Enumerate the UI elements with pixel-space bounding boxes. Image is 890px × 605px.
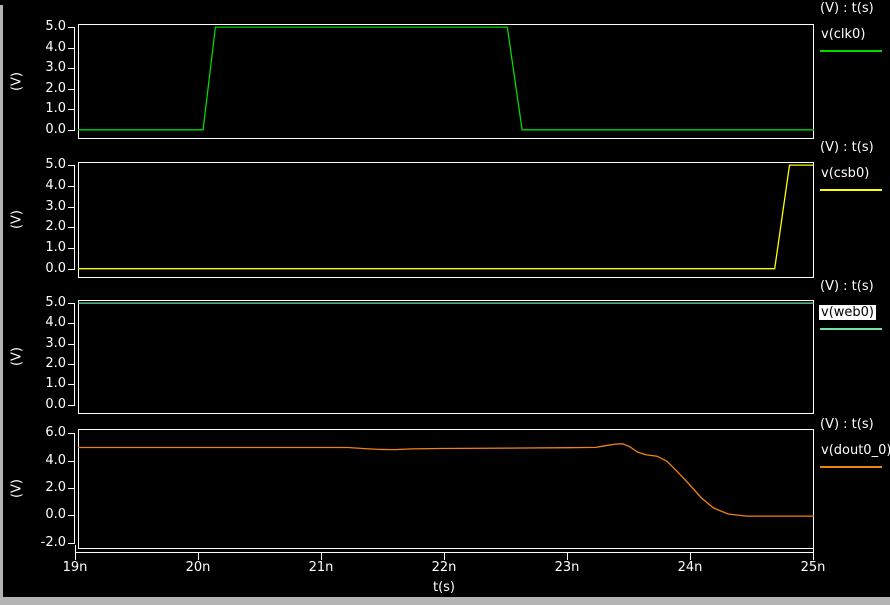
y-tick-label: 1.0	[26, 241, 66, 255]
trace-v-clk0	[78, 24, 814, 139]
trace-v-dout0-0	[78, 429, 814, 549]
y-tick-label: 2.0	[26, 82, 66, 96]
y-tick-label: 4.0	[26, 179, 66, 193]
legend-axes-label: (V) : t(s)	[820, 1, 874, 16]
legend-color-swatch	[820, 328, 882, 330]
y-tick-label: 1.0	[26, 377, 66, 391]
y-axis-label: (V)	[10, 342, 25, 372]
x-tick-label: 21n	[299, 560, 343, 575]
y-tick-mark	[68, 405, 75, 406]
y-axis-label: (V)	[10, 205, 25, 235]
trace-v-csb0	[78, 162, 814, 278]
x-tick-mark	[321, 552, 322, 560]
y-tick-label: -2.0	[26, 536, 66, 550]
y-tick-label: 3.0	[26, 337, 66, 351]
x-tick-label: 25n	[791, 560, 835, 575]
y-axis-line	[74, 303, 75, 405]
y-tick-label: 5.0	[26, 296, 66, 310]
y-tick-label: 4.0	[26, 41, 66, 55]
window-edge-left	[0, 5, 3, 598]
y-tick-label: 0.0	[26, 398, 66, 412]
legend-axes-label: (V) : t(s)	[820, 417, 874, 432]
y-tick-label: 5.0	[26, 158, 66, 172]
y-axis-line	[74, 165, 75, 269]
legend-color-swatch	[820, 50, 882, 52]
x-tick-mark	[813, 545, 814, 560]
y-tick-label: 4.0	[26, 316, 66, 330]
legend-signal-name-v-web0[interactable]: v(web0)	[819, 305, 876, 320]
y-tick-label: 2.0	[26, 357, 66, 371]
x-tick-label: 20n	[176, 560, 220, 575]
window-edge-bottom	[0, 597, 890, 605]
x-tick-mark	[690, 552, 691, 560]
legend-axes-label: (V) : t(s)	[820, 140, 874, 155]
y-tick-label: 4.0	[26, 454, 66, 468]
y-tick-label: 1.0	[26, 102, 66, 116]
y-axis-label: (V)	[10, 474, 25, 504]
y-axis-line	[74, 433, 75, 543]
y-tick-label: 3.0	[26, 61, 66, 75]
y-tick-mark	[68, 269, 75, 270]
x-tick-label: 23n	[545, 560, 589, 575]
y-tick-label: 0.0	[26, 508, 66, 522]
x-tick-mark	[75, 545, 76, 560]
x-tick-label: 24n	[668, 560, 712, 575]
x-tick-mark	[198, 552, 199, 560]
y-tick-label: 6.0	[26, 426, 66, 440]
x-tick-label: 19n	[53, 560, 97, 575]
y-tick-label: 3.0	[26, 200, 66, 214]
legend-signal-name-v-clk0[interactable]: v(clk0)	[819, 27, 867, 42]
y-tick-mark	[68, 130, 75, 131]
y-tick-label: 2.0	[26, 220, 66, 234]
y-tick-label: 0.0	[26, 262, 66, 276]
y-tick-label: 2.0	[26, 481, 66, 495]
legend-signal-name-v-dout0-0[interactable]: v(dout0_0)	[819, 443, 890, 458]
y-axis-label: (V)	[10, 66, 25, 96]
y-tick-mark	[68, 543, 75, 544]
legend-signal-name-v-csb0[interactable]: v(csb0)	[819, 166, 871, 181]
trace-v-web0	[78, 300, 814, 414]
legend-color-swatch	[820, 189, 882, 191]
x-axis-title: t(s)	[422, 580, 466, 595]
legend-color-swatch	[820, 466, 882, 468]
waveform-viewer: (V) 5.0 4.0 3.0 2.0 1.0 0.0 (V) : t(s) v(clk0) (V…	[0, 0, 890, 605]
legend-axes-label: (V) : t(s)	[820, 279, 874, 294]
x-tick-mark	[444, 552, 445, 560]
x-tick-mark	[567, 552, 568, 560]
y-axis-line	[74, 27, 75, 130]
y-tick-label: 0.0	[26, 123, 66, 137]
x-tick-label: 22n	[422, 560, 466, 575]
y-tick-label: 5.0	[26, 20, 66, 34]
